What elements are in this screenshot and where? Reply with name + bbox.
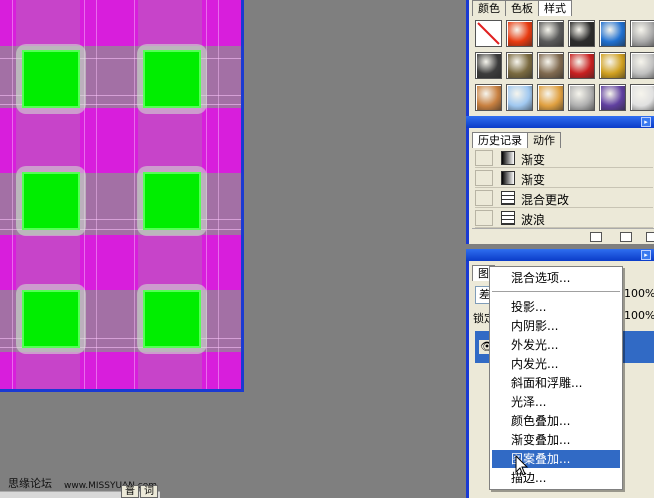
silver-style-icon[interactable] bbox=[630, 20, 654, 47]
pattern-line bbox=[218, 0, 219, 389]
history-panel-titlebar[interactable]: ▸ bbox=[466, 116, 654, 128]
gradient-icon bbox=[501, 151, 515, 165]
snapshot-source-checkbox[interactable] bbox=[475, 190, 493, 206]
gray-button-style-icon[interactable] bbox=[537, 20, 564, 47]
orange-texture-style-icon[interactable] bbox=[475, 84, 502, 111]
watermark-site-name: 思缘论坛 bbox=[8, 477, 52, 490]
black-knob-style-icon[interactable] bbox=[568, 20, 595, 47]
menu-item[interactable]: 颜色叠加... bbox=[492, 412, 620, 430]
history-panel-tabs: 历史记录 动作 bbox=[472, 132, 561, 148]
speckle-style-icon[interactable] bbox=[568, 84, 595, 111]
menu-item[interactable]: 投影... bbox=[492, 298, 620, 316]
panel-menu-icon[interactable]: ▸ bbox=[641, 250, 651, 260]
green-square bbox=[143, 290, 201, 348]
menu-item[interactable]: 图案叠加... bbox=[492, 450, 620, 468]
red-stripe-style-icon[interactable] bbox=[568, 52, 595, 79]
menu-item[interactable]: 渐变叠加... bbox=[492, 431, 620, 449]
history-item-label: 波浪 bbox=[521, 213, 546, 227]
no-style-slash bbox=[477, 22, 500, 45]
history-panel: 历史记录 动作 渐变 渐变 混合更改 波浪 bbox=[466, 128, 654, 244]
document-icon bbox=[501, 211, 515, 225]
green-square bbox=[143, 50, 201, 108]
history-toolbar bbox=[472, 228, 654, 244]
green-square bbox=[22, 172, 80, 230]
menu-separator bbox=[492, 291, 620, 292]
taskbar-tab[interactable]: 普 bbox=[121, 485, 139, 498]
blue-glass-style-icon[interactable] bbox=[599, 20, 626, 47]
history-item[interactable]: 波浪 bbox=[475, 208, 653, 228]
sunset-style-icon[interactable] bbox=[537, 84, 564, 111]
history-item[interactable]: 渐变 bbox=[475, 168, 653, 188]
styles-panel-tabs: 颜色 色板 样式 bbox=[472, 0, 572, 16]
layers-panel-titlebar[interactable]: ▸ bbox=[466, 249, 654, 261]
opacity-value[interactable]: 100% bbox=[621, 286, 654, 304]
style-swatch-grid bbox=[473, 18, 654, 114]
menu-item[interactable]: 内发光... bbox=[492, 355, 620, 373]
history-item-label: 渐变 bbox=[521, 173, 546, 187]
fill-value[interactable]: 100% bbox=[621, 308, 654, 326]
snapshot-source-checkbox[interactable] bbox=[475, 150, 493, 166]
tab-actions[interactable]: 动作 bbox=[527, 132, 561, 148]
dark-metal-style-icon[interactable] bbox=[475, 52, 502, 79]
gradient-icon bbox=[501, 171, 515, 185]
menu-item[interactable]: 外发光... bbox=[492, 336, 620, 354]
panel-menu-icon[interactable]: ▸ bbox=[641, 117, 651, 127]
green-square bbox=[22, 290, 80, 348]
history-item-label: 混合更改 bbox=[521, 193, 570, 207]
layer-style-context-menu: 混合选项... 投影... 内阴影... 外发光... 内发光... 斜面和浮雕... 光泽… bbox=[489, 266, 623, 490]
multicolor-style-icon[interactable] bbox=[599, 52, 626, 79]
sky-style-icon[interactable] bbox=[506, 84, 533, 111]
menu-item[interactable]: 光泽... bbox=[492, 393, 620, 411]
chrome-style-icon[interactable] bbox=[630, 52, 654, 79]
mouse-pointer-icon bbox=[515, 455, 529, 476]
pattern-line bbox=[96, 0, 97, 389]
menu-item[interactable]: 斜面和浮雕... bbox=[492, 374, 620, 392]
snapshot-source-checkbox[interactable] bbox=[475, 210, 493, 226]
green-square bbox=[22, 50, 80, 108]
white-style-icon[interactable] bbox=[630, 84, 654, 111]
pattern-line bbox=[134, 0, 135, 389]
history-item[interactable]: 混合更改 bbox=[475, 188, 653, 208]
trash-icon[interactable] bbox=[646, 232, 654, 242]
tab-history[interactable]: 历史记录 bbox=[472, 132, 528, 148]
olive-style-icon[interactable] bbox=[537, 52, 564, 79]
document-canvas[interactable] bbox=[0, 0, 244, 392]
taskbar-tab[interactable]: 词 bbox=[140, 485, 158, 498]
menu-item[interactable]: 描边... bbox=[492, 469, 620, 487]
new-document-icon[interactable] bbox=[590, 232, 602, 242]
none-style-icon[interactable] bbox=[475, 20, 502, 47]
styles-panel: 颜色 色板 样式 bbox=[466, 0, 654, 116]
red-glow-style-icon[interactable] bbox=[506, 20, 533, 47]
history-item-label: 渐变 bbox=[521, 153, 546, 167]
green-square bbox=[143, 172, 201, 230]
menu-item[interactable]: 混合选项... bbox=[492, 269, 620, 287]
new-snapshot-icon[interactable] bbox=[620, 232, 632, 242]
purple-style-icon[interactable] bbox=[599, 84, 626, 111]
history-item[interactable]: 渐变 bbox=[475, 148, 653, 168]
menu-item[interactable]: 内阴影... bbox=[492, 317, 620, 335]
tab-styles[interactable]: 样式 bbox=[538, 0, 572, 16]
bronze-style-icon[interactable] bbox=[506, 52, 533, 79]
tab-swatches[interactable]: 色板 bbox=[505, 0, 539, 16]
snapshot-source-checkbox[interactable] bbox=[475, 170, 493, 186]
document-icon bbox=[501, 191, 515, 205]
tab-color[interactable]: 颜色 bbox=[472, 0, 506, 16]
pattern-line bbox=[12, 0, 13, 389]
